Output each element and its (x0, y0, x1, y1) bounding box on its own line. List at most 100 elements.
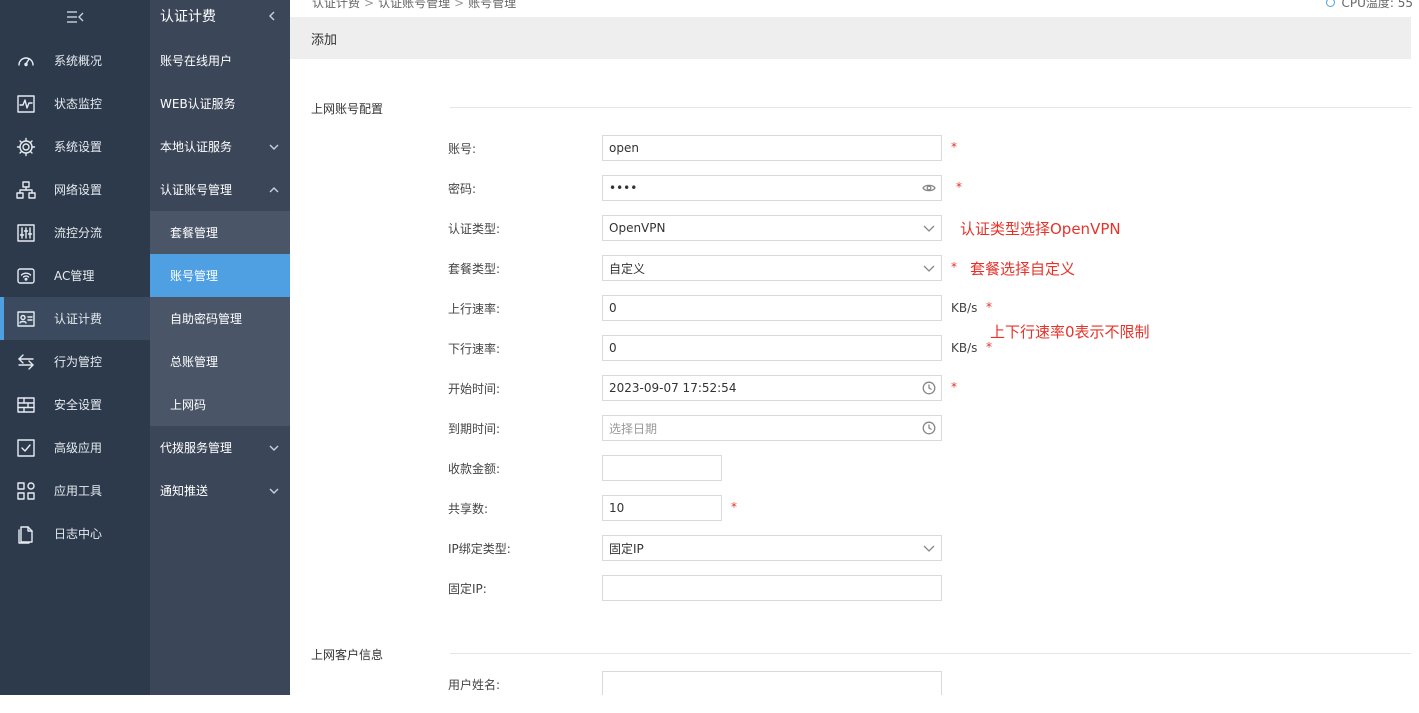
form-row-down-rate: 下行速率: 0 KB/s * (290, 335, 1419, 361)
required-mark: * (951, 260, 957, 274)
subnav-label: 代拨服务管理 (160, 441, 233, 455)
subnav-online-users[interactable]: 账号在线用户 (150, 39, 290, 82)
sidebar-item-overview[interactable]: 系统概况 (0, 39, 150, 82)
user-name-input[interactable] (602, 671, 942, 697)
tab-add[interactable]: 添加 (311, 29, 337, 48)
id-card-icon (15, 308, 37, 330)
sidebar-item-advanced[interactable]: 高级应用 (0, 426, 150, 469)
expire-time-label: 到期时间: (448, 422, 501, 436)
sidebar-item-label: 认证计费 (54, 312, 103, 326)
required-mark: * (951, 380, 957, 394)
chevron-down-icon (269, 445, 279, 451)
sidebar-item-auth-billing[interactable]: 认证计费 (0, 297, 150, 340)
subnav-ledger[interactable]: 总账管理 (150, 340, 290, 383)
clock-icon (922, 381, 936, 395)
start-time-value: 2023-09-07 17:52:54 (609, 381, 737, 395)
breadcrumb: 认证计费 > 认证账号管理 > 账号管理 (312, 0, 516, 11)
cpu-temperature-text: CPU温度: 55 (1341, 0, 1413, 10)
sidebar-item-security[interactable]: 安全设置 (0, 383, 150, 426)
down-rate-label: 下行速率: (448, 342, 501, 356)
sidebar-item-ac[interactable]: AC管理 (0, 254, 150, 297)
form-row-fee: 收款金额: (290, 455, 1419, 481)
share-input[interactable]: 10 (602, 495, 722, 521)
section-title-account: 上网账号配置 (311, 102, 384, 116)
form-row-package-type: 套餐类型: 自定义 * (290, 255, 1419, 281)
collapse-menu-button[interactable] (0, 0, 150, 34)
subnav-label: 账号管理 (170, 269, 219, 283)
breadcrumb-item[interactable]: 认证计费 (312, 0, 360, 10)
subnav-label: 套餐管理 (170, 226, 219, 240)
start-time-picker[interactable]: 2023-09-07 17:52:54 (602, 375, 942, 401)
chevron-down-icon (922, 541, 936, 555)
sidebar-item-label: 系统设置 (54, 140, 103, 154)
sidebar-item-network[interactable]: 网络设置 (0, 168, 150, 211)
form-row-up-rate: 上行速率: 0 KB/s * (290, 295, 1419, 321)
primary-sidebar: 系统概况 状态监控 系统设置 网络设置 流控分流 AC管理 认证计费 行为管控 … (0, 0, 150, 695)
sidebar-item-system-settings[interactable]: 系统设置 (0, 125, 150, 168)
secondary-sidebar: 认证计费 账号在线用户 WEB认证服务 本地认证服务 认证账号管理 套餐管理 账… (150, 0, 290, 695)
breadcrumb-item[interactable]: 认证账号管理 (378, 0, 450, 10)
subnav-local-auth[interactable]: 本地认证服务 (150, 125, 290, 168)
sidebar-item-label: AC管理 (54, 269, 95, 283)
password-label: 密码: (448, 182, 477, 196)
subnav-access-code[interactable]: 上网码 (150, 383, 290, 426)
chevron-down-icon (269, 488, 279, 494)
subnav-account-manage[interactable]: 账号管理 (150, 254, 290, 297)
required-mark: * (986, 300, 992, 314)
package-type-select[interactable]: 自定义 (602, 255, 942, 281)
bottom-strip (0, 695, 1419, 713)
annotation-package-type: 套餐选择自定义 (970, 260, 1076, 278)
ip-bind-select[interactable]: 固定IP (602, 535, 942, 561)
required-mark: * (986, 340, 992, 354)
fee-label: 收款金额: (448, 462, 501, 476)
gear-icon (15, 136, 37, 158)
subnav-label: WEB认证服务 (160, 97, 236, 111)
password-input[interactable]: •••• (602, 175, 942, 201)
eye-icon[interactable] (922, 181, 936, 195)
sidebar-item-flow-control[interactable]: 流控分流 (0, 211, 150, 254)
down-rate-input[interactable]: 0 (602, 335, 942, 361)
sidebar-item-behavior[interactable]: 行为管控 (0, 340, 150, 383)
form-row-account: 账号: open * (290, 135, 1419, 161)
down-rate-value: 0 (609, 341, 617, 355)
sidebar-item-label: 流控分流 (54, 226, 103, 240)
subnav-dialing-service[interactable]: 代拨服务管理 (150, 426, 290, 469)
sidebar-item-monitor[interactable]: 状态监控 (0, 82, 150, 125)
fee-input[interactable] (602, 455, 722, 481)
share-value: 10 (609, 501, 625, 515)
secondary-sidebar-header[interactable]: 认证计费 (150, 0, 290, 32)
account-input[interactable]: open (602, 135, 942, 161)
sidebar-item-label: 系统概况 (54, 54, 103, 68)
auth-type-select[interactable]: OpenVPN (602, 215, 942, 241)
subnav-web-auth[interactable]: WEB认证服务 (150, 82, 290, 125)
document-icon (15, 523, 37, 545)
start-time-label: 开始时间: (448, 382, 501, 396)
subnav-label: 账号在线用户 (160, 54, 233, 68)
sidebar-item-tools[interactable]: 应用工具 (0, 469, 150, 512)
down-rate-unit: KB/s (951, 341, 978, 355)
package-type-value: 自定义 (609, 261, 646, 276)
arrows-icon (15, 351, 37, 373)
subnav-package-manage[interactable]: 套餐管理 (150, 211, 290, 254)
auth-type-value: OpenVPN (609, 221, 666, 235)
clock-icon (922, 421, 936, 435)
fixed-ip-input[interactable] (602, 575, 942, 601)
account-value: open (609, 141, 639, 155)
menu-collapse-icon (67, 11, 84, 23)
subnav-label: 本地认证服务 (160, 140, 233, 154)
form-row-ip-bind: IP绑定类型: 固定IP (290, 535, 1419, 561)
sidebar-item-label: 安全设置 (54, 398, 103, 412)
form-row-share: 共享数: 10 * (290, 495, 1419, 521)
up-rate-input[interactable]: 0 (602, 295, 942, 321)
subnav-notify-push[interactable]: 通知推送 (150, 469, 290, 512)
required-mark: * (956, 180, 962, 194)
chevron-down-icon (269, 144, 279, 150)
subnav-auth-accounts[interactable]: 认证账号管理 (150, 168, 290, 211)
subnav-self-password[interactable]: 自助密码管理 (150, 297, 290, 340)
sidebar-item-logs[interactable]: 日志中心 (0, 512, 150, 555)
breadcrumb-separator: > (454, 0, 465, 10)
apps-icon (15, 480, 37, 502)
expire-time-picker[interactable]: 选择日期 (602, 415, 942, 441)
wifi-icon (15, 265, 37, 287)
subnav-label: 总账管理 (170, 355, 219, 369)
